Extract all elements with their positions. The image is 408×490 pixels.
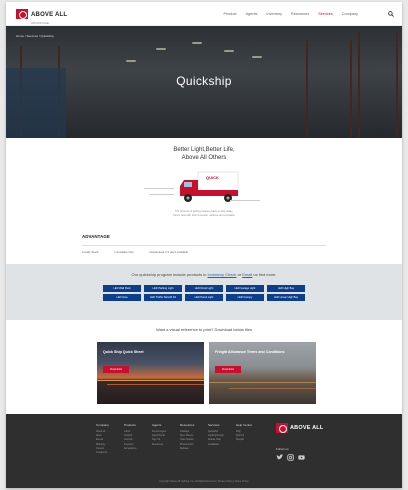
- intro-description: The process of getting fixtures ready to…: [6, 210, 402, 218]
- nav-agents[interactable]: Agents: [246, 12, 258, 16]
- main-nav: Product Agents Inventory Resources Servi…: [223, 12, 358, 16]
- light-streak: [229, 388, 316, 389]
- download-card-freight-terms: Freight Allowance Terms and Conditions D…: [209, 342, 316, 404]
- advantage-list: Locally Stock Immediate ship Guaranteed …: [82, 245, 326, 254]
- logo-mark-icon: [276, 423, 288, 433]
- email-link[interactable]: Email: [242, 272, 252, 277]
- download-card-quick-sheet: Quick Ship Quick Sheet Download: [97, 342, 204, 404]
- inventory-check-link[interactable]: Inventory Check: [208, 272, 237, 277]
- product-button[interactable]: LED Garage Light: [226, 285, 264, 292]
- product-button[interactable]: LED High Bay: [267, 285, 305, 292]
- breadcrumb[interactable]: Home / Services / Quickship: [16, 34, 54, 38]
- product-button[interactable]: LED Parking Light: [144, 285, 182, 292]
- products-section: Our quickship program include products i…: [6, 264, 402, 320]
- footer-link[interactable]: Case Studies: [180, 438, 196, 442]
- site-header: ABOVE ALL ADVANTAGE Product Agents Inven…: [6, 2, 402, 26]
- footer-heading: Products: [124, 423, 136, 427]
- products-intro-text: us find more.: [253, 272, 277, 277]
- footer-link[interactable]: Accessories: [124, 447, 140, 451]
- product-button[interactable]: LED Panel Light: [185, 294, 223, 301]
- footer-brand: ABOVE ALL Follow us: [276, 423, 323, 461]
- footer-columns: Company About Us News Events Warranty Ca…: [96, 423, 252, 455]
- logo-mark-icon: [16, 8, 28, 19]
- product-button[interactable]: LED Wall Pack: [103, 285, 141, 292]
- footer-heading: Agents: [152, 423, 162, 427]
- footer-column: Services Quickship Lighting Design Rebat…: [208, 423, 224, 455]
- footer-heading: Resources: [180, 423, 195, 427]
- intro-tagline-line2: Above All Others: [181, 154, 227, 161]
- logo-text: ABOVE ALL: [31, 11, 68, 18]
- products-intro-text: or: [237, 272, 242, 277]
- download-button[interactable]: Download: [103, 366, 129, 373]
- footer-link[interactable]: Installation: [208, 443, 224, 447]
- footer-logo-text: ABOVE ALL: [290, 425, 324, 431]
- download-cards: Quick Ship Quick Sheet Download Freight …: [97, 342, 316, 404]
- site-logo[interactable]: ABOVE ALL ADVANTAGE: [16, 3, 67, 25]
- download-button[interactable]: Download: [215, 366, 241, 373]
- hero-banner: Home / Services / Quickship Quickship: [6, 26, 402, 138]
- nav-product[interactable]: Product: [223, 12, 236, 16]
- advantage-item: Locally Stock: [82, 250, 99, 254]
- speed-line: [150, 194, 174, 195]
- card-title: Freight Allowance Terms and Conditions: [215, 350, 285, 354]
- intro-desc-line2: here's how with how to source, achieve a…: [173, 214, 235, 217]
- products-intro-text: Our quickship program include products i…: [131, 272, 207, 277]
- product-button[interactable]: LED Flood Light: [185, 285, 223, 292]
- search-icon[interactable]: [388, 11, 394, 17]
- footer-link[interactable]: Support: [236, 438, 252, 442]
- footer-heading: Help Center: [236, 423, 253, 427]
- nav-resources[interactable]: Resources: [291, 12, 309, 16]
- footer-column: Resources Catalogs Spec Sheets Case Stud…: [180, 423, 196, 455]
- logo-tagline: ADVANTAGE: [31, 20, 50, 25]
- footer-column: Company About Us News Events Warranty Ca…: [96, 423, 112, 455]
- product-button[interactable]: LED Canopy: [226, 294, 264, 301]
- footer-column: Agents Find an Agent Agent Portal Sign U…: [152, 423, 168, 455]
- twitter-icon[interactable]: [276, 454, 283, 461]
- nav-company[interactable]: Company: [342, 12, 358, 16]
- nav-inventory[interactable]: Inventory: [266, 12, 282, 16]
- advantage-item: Immediate ship: [114, 250, 134, 254]
- footer-link[interactable]: Rebates: [180, 447, 196, 451]
- footer-link[interactable]: Contact Us: [96, 451, 112, 455]
- intro-section: Better Light,Better Life, Above All Othe…: [6, 138, 402, 248]
- intro-tagline-line1: Better Light,Better Life,: [173, 147, 235, 153]
- nav-services[interactable]: Services: [318, 12, 333, 16]
- instagram-icon[interactable]: [287, 454, 294, 461]
- product-button[interactable]: LED Area: [103, 294, 141, 301]
- card-title: Quick Ship Quick Sheet: [103, 350, 144, 354]
- downloads-prompt: Want a visual reference to print? Downlo…: [155, 327, 253, 332]
- advantage-title: ADVANTAGE: [82, 234, 110, 239]
- site-footer: Company About Us News Events Warranty Ca…: [6, 414, 402, 488]
- delivery-truck-illustration: QUICK: [144, 168, 264, 208]
- advantage-item: Guaranteed 2-3 day's available: [149, 250, 189, 254]
- footer-column: Help Center FAQ Returns Support: [236, 423, 252, 455]
- product-button[interactable]: LED Troffer Retrofit Kit: [144, 294, 182, 301]
- footer-heading: Services: [208, 423, 220, 427]
- page: ABOVE ALL ADVANTAGE Product Agents Inven…: [6, 2, 402, 488]
- light-streak: [97, 380, 204, 381]
- advantage-section: ADVANTAGE Locally Stock Immediate ship G…: [6, 234, 402, 268]
- page-title: Quickship: [176, 74, 232, 88]
- downloads-section: Want a visual reference to print? Downlo…: [6, 320, 402, 414]
- footer-heading: Company: [96, 423, 109, 427]
- copyright-text: Copyright Above All Lighting, Inc. All R…: [159, 480, 249, 483]
- footer-link[interactable]: Resources: [152, 443, 168, 447]
- youtube-icon[interactable]: [298, 454, 305, 461]
- speed-line: [144, 188, 174, 189]
- product-button-grid: LED Wall Pack LED Parking Light LED Floo…: [6, 285, 402, 301]
- truck-label: QUICK: [206, 175, 219, 180]
- product-button[interactable]: LED Linear High Bay: [267, 294, 305, 301]
- speed-line: [230, 200, 260, 201]
- follow-label: Follow us: [276, 447, 289, 451]
- products-intro: Our quickship program include products i…: [6, 272, 402, 277]
- light-streak: [107, 384, 204, 385]
- social-links: [276, 454, 323, 461]
- footer-column: Products Indoor Outdoor Controls Invento…: [124, 423, 140, 455]
- footer-logo[interactable]: ABOVE ALL: [276, 423, 323, 433]
- light-streak: [209, 382, 316, 383]
